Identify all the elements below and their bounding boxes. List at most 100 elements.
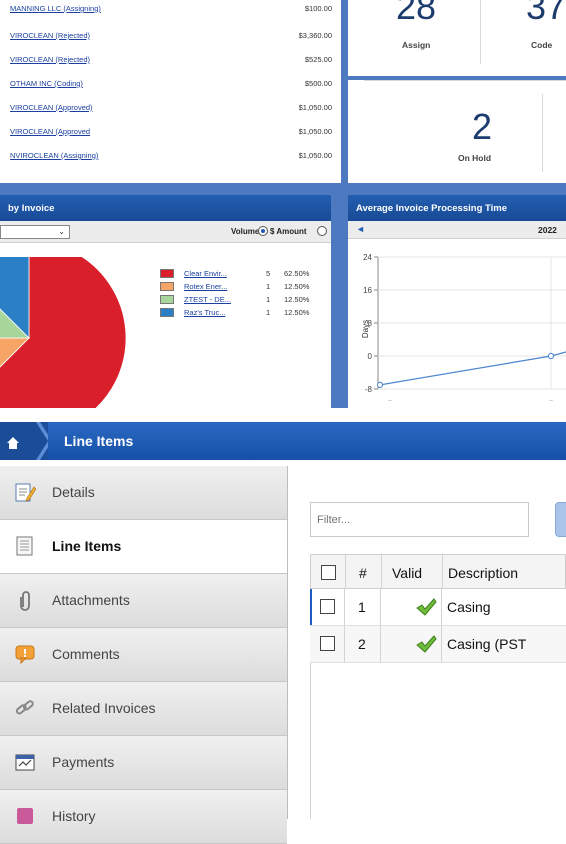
legend-link[interactable]: Clear Envir... xyxy=(184,269,227,278)
invoice-row: VIROCLEAN (Rejected) $3,360.00 xyxy=(0,25,341,49)
comment-icon xyxy=(15,645,35,665)
invoice-amount: $100.00 xyxy=(304,4,332,13)
pie-chart xyxy=(0,257,127,408)
nav-label: Comments xyxy=(52,646,120,662)
nav-item-attachments[interactable]: Attachments xyxy=(0,574,287,628)
home-icon xyxy=(0,422,48,460)
y-tick-label: 0 xyxy=(368,352,373,361)
link-icon xyxy=(15,700,34,715)
invoice-row: VIROCLEAN (Approved $1,050.00 xyxy=(0,121,341,145)
legend-percent: 12.50% xyxy=(284,295,310,304)
nav-item-payments[interactable]: Payments xyxy=(0,736,287,790)
grid-header: # Valid Description xyxy=(310,554,566,589)
legend-item: Raz's Truc... 1 12.50% xyxy=(160,307,330,319)
header-banner: Line Items xyxy=(0,422,566,460)
invoice-amount: $1,050.00 xyxy=(298,103,332,112)
legend-link[interactable]: Raz's Truc... xyxy=(184,308,225,317)
on-hold-label: On Hold xyxy=(458,153,492,163)
amount-radio[interactable] xyxy=(317,226,327,236)
legend-swatch xyxy=(160,308,174,317)
row-checkbox[interactable] xyxy=(320,599,335,614)
legend-count: 1 xyxy=(266,308,271,317)
column-header-valid[interactable]: Valid xyxy=(381,555,441,588)
filter-input[interactable] xyxy=(310,502,529,537)
nav-item-related-invoices[interactable]: Related Invoices xyxy=(0,682,287,736)
processing-time-panel: Average Invoice Processing Time ◄ 2022 2… xyxy=(348,195,566,408)
divider xyxy=(480,0,481,64)
legend-link[interactable]: ZTEST - DE... xyxy=(184,295,231,304)
table-row[interactable]: 2 Casing (PST xyxy=(310,626,566,663)
legend-swatch xyxy=(160,269,174,278)
series-line xyxy=(379,351,566,386)
invoice-link[interactable]: VIROCLEAN (Rejected) xyxy=(10,31,90,40)
code-label: Code xyxy=(531,40,553,50)
invoice-pie-panel: by Invoice ⌄ Volume $ Amount Clear Envir… xyxy=(0,195,331,408)
invoice-row: VIROCLEAN (Rejected) $525.00 xyxy=(0,49,341,73)
select-all-checkbox[interactable] xyxy=(321,565,336,580)
paperclip-icon xyxy=(20,591,30,611)
legend-swatch xyxy=(160,282,174,291)
row-description: Casing xyxy=(447,599,491,615)
chart-toolbar: ⌄ Volume $ Amount xyxy=(0,221,331,243)
home-button[interactable] xyxy=(0,422,48,460)
invoice-link[interactable]: VIROCLEAN (Approved) xyxy=(10,103,93,112)
assign-label: Assign xyxy=(402,40,431,50)
invoice-link[interactable]: VIROCLEAN (Rejected) xyxy=(10,55,90,64)
volume-label: Volume xyxy=(231,227,260,236)
code-count[interactable]: 37 xyxy=(526,0,566,28)
invoice-link[interactable]: NVIROCLEAN (Assigning) xyxy=(10,151,98,160)
invoice-link[interactable]: MANNING LLC (Assigning) xyxy=(10,4,101,13)
nav-label: History xyxy=(52,808,96,824)
valid-check-icon xyxy=(416,635,437,653)
table-row[interactable]: 1 Casing xyxy=(310,589,566,626)
row-number: 2 xyxy=(358,636,366,652)
nav-item-line-items[interactable]: Line Items xyxy=(0,520,287,574)
assign-count[interactable]: 28 xyxy=(396,0,436,28)
x-tick-label: .. xyxy=(549,396,553,403)
amount-label: $ Amount xyxy=(270,227,307,236)
nav-item-details[interactable]: Details xyxy=(0,466,287,520)
legend-item: ZTEST - DE... 1 12.50% xyxy=(160,294,330,306)
column-header-number[interactable]: # xyxy=(345,555,381,588)
data-point[interactable] xyxy=(376,381,384,388)
column-header-description[interactable]: Description xyxy=(442,555,566,588)
valid-check-icon xyxy=(416,598,437,616)
side-nav: Details Line Items Attachments Comments xyxy=(0,466,288,844)
on-hold-count[interactable]: 2 xyxy=(472,106,492,148)
legend-item: Rotex Ener... 1 12.50% xyxy=(160,281,330,293)
invoice-link[interactable]: OTHAM INC (Coding) xyxy=(10,79,83,88)
invoice-amount: $1,050.00 xyxy=(298,151,332,160)
invoice-row: OTHAM INC (Coding) $500.00 xyxy=(0,73,341,97)
back-arrow-icon[interactable]: ◄ xyxy=(356,224,365,234)
line-chart: 241680-8.. ..Days xyxy=(361,253,566,403)
line-items-view: Line Items Details Line Items Attachment… xyxy=(0,422,566,844)
y-axis-label: Days xyxy=(361,320,370,338)
invoice-link[interactable]: VIROCLEAN (Approved xyxy=(10,127,90,136)
history-icon xyxy=(17,808,33,824)
divider xyxy=(364,80,566,81)
payment-icon xyxy=(15,754,35,771)
chevron-down-icon: ⌄ xyxy=(58,227,65,236)
data-point[interactable] xyxy=(547,352,555,360)
grid-border xyxy=(310,663,311,819)
legend-percent: 12.50% xyxy=(284,308,310,317)
row-description: Casing (PST xyxy=(447,636,527,652)
nav-item-history[interactable]: History xyxy=(0,790,287,844)
legend-count: 1 xyxy=(266,295,271,304)
dashboard: MANNING LLC (Assigning) $100.00 VIROCLEA… xyxy=(0,0,566,408)
legend-link[interactable]: Rotex Ener... xyxy=(184,282,227,291)
legend-percent: 62.50% xyxy=(284,269,310,278)
row-number: 1 xyxy=(358,599,366,615)
nav-item-comments[interactable]: Comments xyxy=(0,628,287,682)
row-checkbox[interactable] xyxy=(320,636,335,651)
filter-button[interactable] xyxy=(555,502,566,537)
filter-select[interactable]: ⌄ xyxy=(0,225,70,239)
divider xyxy=(542,94,543,172)
column-divider xyxy=(380,626,381,662)
invoice-row: NVIROCLEAN (Assigning) $1,050.00 xyxy=(0,145,341,169)
stats-bottom-panel: 2 On Hold xyxy=(348,80,566,183)
stats-top-panel: 28 Assign 37 Code xyxy=(348,0,566,76)
legend-swatch xyxy=(160,295,174,304)
row-selection-indicator xyxy=(310,589,312,625)
volume-radio[interactable] xyxy=(258,226,268,236)
